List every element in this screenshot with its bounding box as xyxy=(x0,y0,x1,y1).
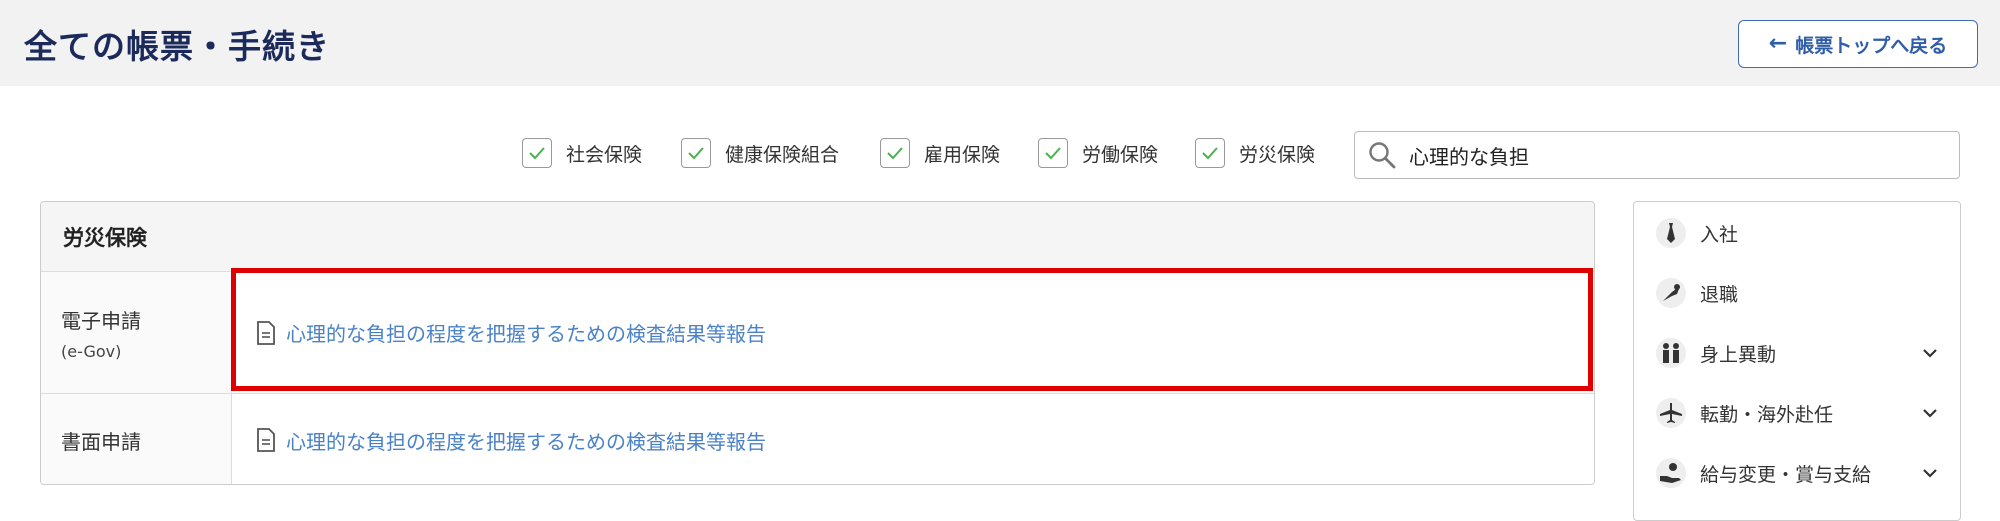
document-icon xyxy=(257,428,275,452)
search-icon xyxy=(1369,142,1396,169)
section-title: 労災保険 xyxy=(63,225,147,250)
sidebar-item-retirement[interactable]: 退職 xyxy=(1634,273,1960,313)
sidebar-item-transfer-overseas[interactable]: 転勤・海外赴任 xyxy=(1634,393,1960,433)
table-row: 電子申請 (e-Gov) 心理的な負担の程度を把握するための検査結果等報告 xyxy=(41,272,1594,394)
family-icon xyxy=(1656,338,1686,368)
checkbox-checked-icon[interactable] xyxy=(1195,138,1225,168)
row-sublabel: (e-Gov) xyxy=(61,341,122,361)
filter-labor-insurance[interactable]: 労働保険 xyxy=(1038,138,1158,168)
row-label-cell: 電子申請 (e-Gov) xyxy=(41,272,232,393)
filter-workers-accident-insurance[interactable]: 労災保険 xyxy=(1195,138,1315,168)
form-link-paper[interactable]: 心理的な負担の程度を把握するための検査結果等報告 xyxy=(256,426,766,455)
back-button-label: 帳票トップへ戻る xyxy=(1795,34,1948,57)
sidebar-item-label: 転勤・海外赴任 xyxy=(1700,403,1834,426)
arrow-left-icon: ← xyxy=(1768,31,1788,56)
row-label-cell: 書面申請 xyxy=(41,394,232,484)
search-input[interactable] xyxy=(1409,143,1929,167)
filter-employment-insurance[interactable]: 雇用保険 xyxy=(880,138,1000,168)
chevron-down-icon[interactable] xyxy=(1920,463,1940,483)
page-title: 全ての帳票・手続き xyxy=(24,27,330,66)
filter-label: 労災保険 xyxy=(1239,143,1316,166)
sidebar-item-joining[interactable]: 入社 xyxy=(1634,213,1960,253)
filter-label: 雇用保険 xyxy=(924,143,1001,166)
filter-label: 健康保険組合 xyxy=(725,143,840,166)
checkbox-checked-icon[interactable] xyxy=(880,138,910,168)
checkbox-checked-icon[interactable] xyxy=(1038,138,1068,168)
money-hand-icon xyxy=(1656,458,1686,488)
checkbox-checked-icon[interactable] xyxy=(522,138,552,168)
sidebar-item-personal-changes[interactable]: 身上異動 xyxy=(1634,333,1960,373)
row-content-cell: 心理的な負担の程度を把握するための検査結果等報告 xyxy=(232,394,1594,484)
sidebar-item-label: 退職 xyxy=(1700,283,1739,306)
filter-label: 労働保険 xyxy=(1082,143,1159,166)
checkbox-checked-icon[interactable] xyxy=(681,138,711,168)
results-section-card: 労災保険 電子申請 (e-Gov) 心理的な負担の程度を把握するための検査結果等… xyxy=(40,201,1595,485)
tie-icon xyxy=(1656,218,1686,248)
filter-label: 社会保険 xyxy=(566,143,643,166)
sidebar-item-label: 身上異動 xyxy=(1700,343,1777,366)
sidebar-item-label: 給与変更・賞与支給 xyxy=(1700,463,1872,486)
bouquet-icon xyxy=(1656,278,1686,308)
back-to-forms-top-button[interactable]: ← 帳票トップへ戻る xyxy=(1738,20,1978,68)
row-content-cell: 心理的な負担の程度を把握するための検査結果等報告 xyxy=(232,272,1594,393)
category-sidebar: 入社 退職 身上異動 転勤・海外赴任 給与変更・賞与支給 xyxy=(1633,201,1961,521)
table-row: 書面申請 心理的な負担の程度を把握するための検査結果等報告 xyxy=(41,394,1594,484)
airplane-icon xyxy=(1656,398,1686,428)
search-box[interactable] xyxy=(1354,131,1960,179)
form-link-label: 心理的な負担の程度を把握するための検査結果等報告 xyxy=(286,322,766,346)
sidebar-item-salary-bonus[interactable]: 給与変更・賞与支給 xyxy=(1634,453,1960,493)
document-icon xyxy=(257,320,275,345)
form-link-label: 心理的な負担の程度を把握するための検査結果等報告 xyxy=(286,429,766,454)
filter-social-insurance[interactable]: 社会保険 xyxy=(522,138,642,168)
row-label: 電子申請 xyxy=(61,308,141,333)
section-header: 労災保険 xyxy=(41,202,1594,272)
form-link-electronic[interactable]: 心理的な負担の程度を把握するための検査結果等報告 xyxy=(256,318,766,347)
sidebar-item-label: 入社 xyxy=(1700,223,1739,246)
row-label: 書面申請 xyxy=(61,429,141,454)
page-header: 全ての帳票・手続き ← 帳票トップへ戻る xyxy=(0,0,2000,86)
chevron-down-icon[interactable] xyxy=(1920,403,1940,423)
chevron-down-icon[interactable] xyxy=(1920,343,1940,363)
filter-health-insurance-union[interactable]: 健康保険組合 xyxy=(681,138,839,168)
